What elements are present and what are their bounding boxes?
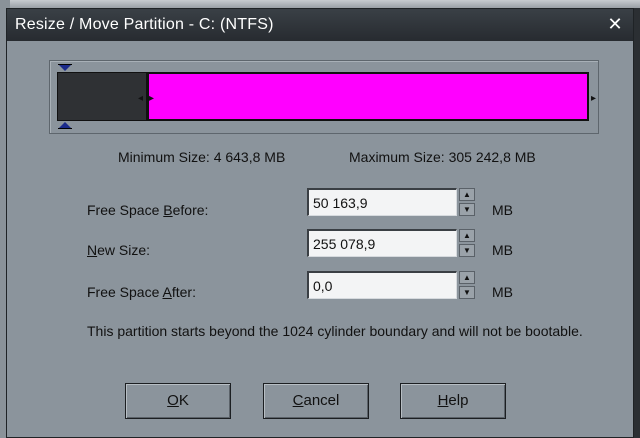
spin-down-icon[interactable]: ▼ xyxy=(459,244,475,257)
left-boundary-bottom-marker-icon[interactable] xyxy=(58,121,72,129)
resize-right-handle-icon[interactable]: ▸ xyxy=(591,93,599,105)
free-space-before-input[interactable] xyxy=(307,188,457,216)
minimum-size-value: 4 643,8 MB xyxy=(213,149,286,165)
partition-segment[interactable] xyxy=(147,72,589,121)
spin-up-icon[interactable]: ▲ xyxy=(459,271,475,284)
dialog-title: Resize / Move Partition - C: (NTFS) xyxy=(15,16,274,33)
spin-down-icon[interactable]: ▼ xyxy=(459,286,475,299)
spin-up-icon[interactable]: ▲ xyxy=(459,188,475,201)
title-bar[interactable]: Resize / Move Partition - C: (NTFS) ✕ xyxy=(7,9,633,41)
minimum-size-label: Minimum Size: xyxy=(118,149,210,165)
resize-move-partition-dialog: Resize / Move Partition - C: (NTFS) ✕ ◂ … xyxy=(6,8,634,438)
new-size-spinner[interactable]: ▲ ▼ xyxy=(459,229,475,257)
background-window-strip xyxy=(0,0,640,8)
resize-left-handle-icon[interactable]: ◂ xyxy=(138,93,146,105)
spin-up-icon[interactable]: ▲ xyxy=(459,229,475,242)
new-size-label: New Size: xyxy=(87,242,151,258)
partition-left-handle-icon[interactable]: ▸ xyxy=(149,93,157,105)
free-space-before-spinner[interactable]: ▲ ▼ xyxy=(459,188,475,216)
new-size-unit: MB xyxy=(492,242,513,258)
cancel-button[interactable]: Cancel xyxy=(263,383,369,419)
close-icon[interactable]: ✕ xyxy=(605,14,625,34)
help-button[interactable]: Help xyxy=(400,383,506,419)
maximum-size-value: 305 242,8 MB xyxy=(448,149,536,165)
left-boundary-top-marker-icon[interactable] xyxy=(58,64,72,72)
free-space-after-unit: MB xyxy=(492,284,513,300)
boot-warning-note: This partition starts beyond the 1024 cy… xyxy=(87,323,583,339)
free-space-after-label: Free Space After: xyxy=(87,284,196,300)
free-space-after-input[interactable] xyxy=(307,271,457,299)
free-space-after-spinner[interactable]: ▲ ▼ xyxy=(459,271,475,299)
new-size-input[interactable] xyxy=(307,229,457,257)
free-space-before-label: Free Space Before: xyxy=(87,202,209,218)
maximum-size: Maximum Size: 305 242,8 MB xyxy=(349,149,536,165)
minimum-size: Minimum Size: 4 643,8 MB xyxy=(118,149,285,165)
maximum-size-label: Maximum Size: xyxy=(349,149,445,165)
ok-button[interactable]: OK xyxy=(125,383,231,419)
free-space-before-unit: MB xyxy=(492,202,513,218)
free-space-before-segment xyxy=(57,72,147,121)
spin-down-icon[interactable]: ▼ xyxy=(459,203,475,216)
